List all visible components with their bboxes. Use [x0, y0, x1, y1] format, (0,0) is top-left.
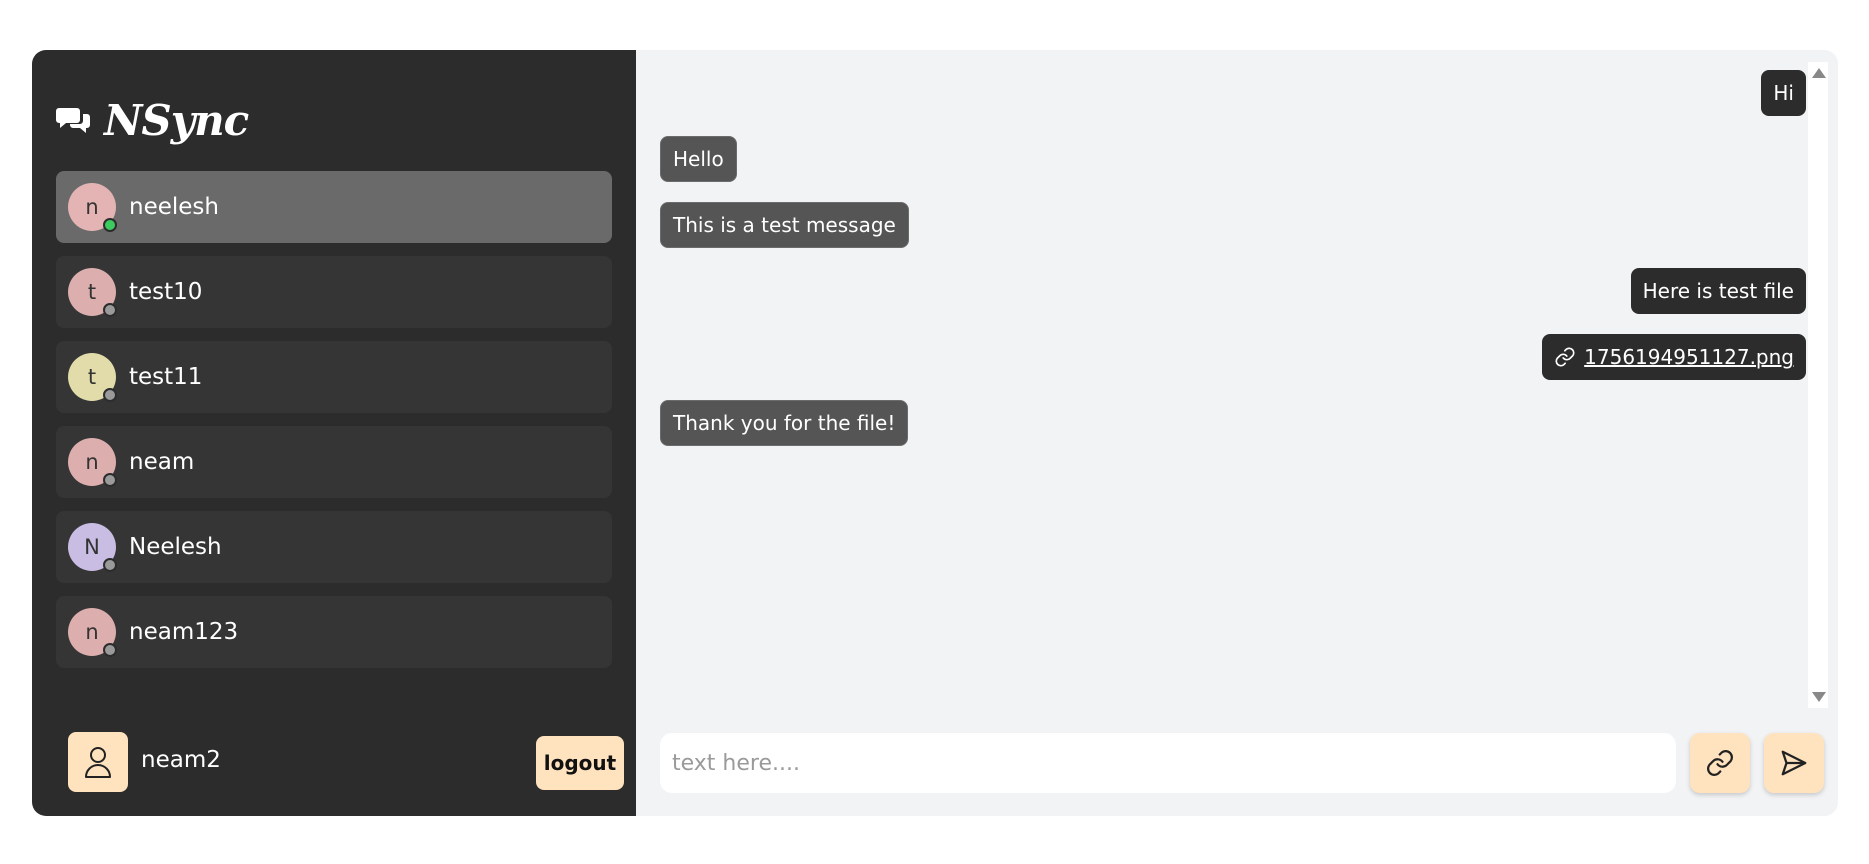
contact-name: Neelesh	[129, 534, 222, 560]
attach-file-button[interactable]	[1690, 733, 1750, 793]
contact-name: neam123	[129, 619, 239, 645]
user-avatar[interactable]	[68, 732, 128, 792]
contact-initial: N	[84, 535, 100, 559]
send-button[interactable]	[1764, 733, 1824, 793]
status-indicator	[103, 643, 117, 657]
message-text: This is a test message	[673, 213, 896, 237]
contact-item[interactable]: n neam123	[56, 596, 612, 668]
user-footer: neam2 logout	[68, 732, 624, 792]
contact-list: n neelesh t test10 t test11 n neam N Neelesh n neam…	[56, 171, 612, 681]
contact-name: neelesh	[129, 194, 219, 220]
message-text: Thank you for the file!	[673, 411, 896, 435]
contact-initial: t	[87, 365, 97, 389]
status-indicator	[103, 218, 117, 232]
message-scrollbar[interactable]	[1808, 62, 1828, 708]
scroll-up-arrow-icon[interactable]	[1812, 68, 1826, 78]
contact-name: test10	[129, 279, 203, 305]
send-icon	[1781, 750, 1807, 776]
status-indicator	[103, 558, 117, 572]
contact-item[interactable]: n neam	[56, 426, 612, 498]
brand: NSync	[56, 90, 249, 150]
message-bubble: This is a test message	[660, 202, 909, 248]
chat-panel: Hi Hello This is a test message Here is tes…	[636, 50, 1838, 816]
chat-bubbles-icon	[56, 108, 90, 133]
contact-avatar: N	[68, 523, 117, 572]
message-bubble: Hi	[1761, 70, 1806, 116]
sidebar: NSync n neelesh t test10 t test11 n neam N Neeles…	[32, 50, 636, 816]
brand-name: NSync	[104, 95, 249, 145]
chat-app: NSync n neelesh t test10 t test11 n neam N Neeles…	[32, 50, 1838, 816]
contact-avatar: t	[68, 353, 117, 402]
contact-avatar: n	[68, 183, 117, 232]
file-message-bubble: 1756194951127.png	[1542, 334, 1806, 380]
message-text: Hello	[673, 147, 724, 171]
link-icon	[1707, 750, 1733, 776]
scroll-down-arrow-icon[interactable]	[1812, 692, 1826, 702]
contact-avatar: n	[68, 608, 117, 657]
file-link[interactable]: 1756194951127.png	[1584, 345, 1794, 369]
status-indicator	[103, 388, 117, 402]
contact-item[interactable]: t test11	[56, 341, 612, 413]
contact-avatar: n	[68, 438, 117, 487]
contact-name: test11	[129, 364, 203, 390]
current-user-name: neam2	[141, 747, 221, 773]
logout-button[interactable]: logout	[536, 736, 624, 790]
message-text: Here is test file	[1642, 279, 1794, 303]
contact-avatar: t	[68, 268, 117, 317]
status-indicator	[103, 303, 117, 317]
message-list[interactable]: Hi Hello This is a test message Here is tes…	[660, 62, 1806, 708]
contact-item[interactable]: n neelesh	[56, 171, 612, 243]
contact-initial: t	[87, 280, 97, 304]
user-icon	[85, 747, 111, 778]
message-composer	[660, 733, 1826, 793]
contact-name: neam	[129, 449, 195, 475]
message-bubble: Here is test file	[1630, 268, 1806, 314]
contact-initial: n	[85, 195, 99, 219]
contact-item[interactable]: t test10	[56, 256, 612, 328]
status-indicator	[103, 473, 117, 487]
message-text: Hi	[1773, 81, 1794, 105]
contact-initial: n	[85, 620, 99, 644]
message-input[interactable]	[660, 733, 1676, 793]
contact-initial: n	[85, 450, 99, 474]
message-bubble: Hello	[660, 136, 737, 182]
message-bubble: Thank you for the file!	[660, 400, 909, 446]
contact-item[interactable]: N Neelesh	[56, 511, 612, 583]
link-icon	[1555, 347, 1575, 367]
